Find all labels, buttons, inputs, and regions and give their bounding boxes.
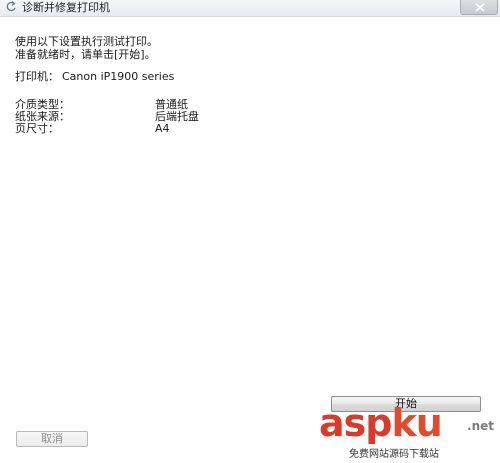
- close-icon: [475, 3, 485, 12]
- printer-name: Canon iP1900 series: [62, 70, 175, 83]
- cancel-button[interactable]: 取消: [16, 431, 88, 447]
- instruction-line-2: 准备就绪时，请单击[开始]。: [15, 48, 156, 61]
- setting-label-page-size: 页尺寸：: [15, 122, 59, 135]
- window-title: 诊断并修复打印机: [22, 1, 110, 14]
- title-bar: 诊断并修复打印机: [0, 0, 500, 17]
- watermark-brand-ku: ku: [391, 401, 442, 445]
- watermark-tagline: 免费网站源码下载站: [349, 445, 439, 460]
- setting-value-page-size: A4: [155, 122, 170, 135]
- instruction-line-1: 使用以下设置执行测试打印。: [15, 35, 158, 48]
- watermark-brand-asp: asp: [319, 401, 392, 445]
- close-button[interactable]: [460, 0, 498, 15]
- printer-label: 打印机：: [15, 70, 59, 83]
- back-arrow-icon[interactable]: [5, 1, 17, 13]
- dialog-window: 诊断并修复打印机 使用以下设置执行测试打印。 准备就绪时，请单击[开始]。 打印…: [0, 0, 500, 463]
- watermark-logo: aspku .net 免费网站源码下载站: [319, 401, 494, 460]
- watermark-brand-net: .net: [467, 419, 494, 433]
